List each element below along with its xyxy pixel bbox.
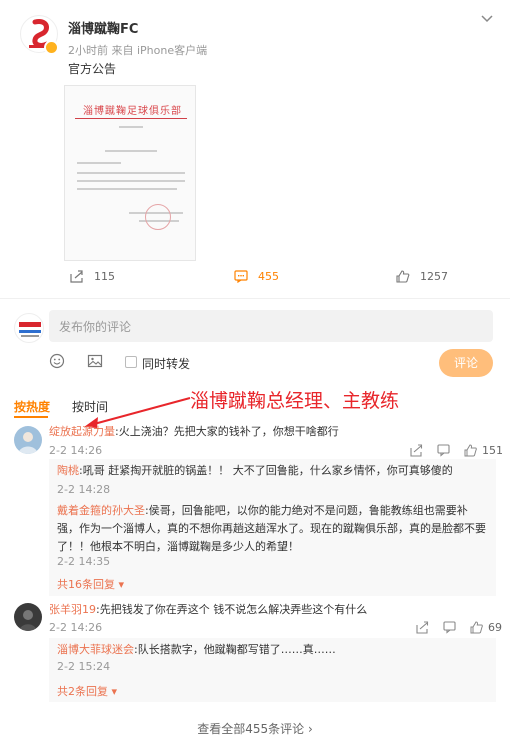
more-replies-label: 共2条回复 [57,685,108,698]
reply-author[interactable]: 戴着金箍的孙大圣 [57,504,145,517]
reply-time: 2-2 15:24 [57,660,111,673]
comment-icon[interactable] [437,444,450,457]
doc-title: 淄博蹴鞠足球俱乐部 [83,106,182,117]
comment-like-count: 151 [482,444,503,457]
comment-actions: 69 [416,621,502,634]
comment-actions: 151 [410,444,503,457]
my-avatar[interactable] [14,313,44,343]
verified-icon [44,40,59,55]
more-replies-label: 共16条回复 [57,578,115,591]
comment-input[interactable]: 发布你的评论 [49,310,493,342]
comment-body: :先把钱发了你在弄这个 钱不说怎么解决弄些这个有什么 [96,603,368,616]
chevron-down-icon[interactable] [480,14,494,24]
comment-count: 455 [258,270,279,283]
thumbs-up-icon[interactable] [464,444,477,457]
image-icon[interactable] [87,353,103,369]
comment-time: 2-2 14:26 [49,621,103,634]
doc-line [105,150,157,152]
annotation-text: 淄博蹴鞠总经理、主教练 [190,390,400,412]
comment-icon [234,270,248,283]
seal-stamp [145,204,171,230]
commenter-avatar[interactable] [14,603,42,631]
submit-comment-button[interactable]: 评论 [439,349,493,377]
emoji-icon[interactable] [49,353,65,369]
share-icon [70,270,83,283]
comment-time: 2-2 14:26 [49,444,103,457]
reply-body: :队长搭款字，他蹴鞠都写错了……真…… [134,643,336,656]
share-icon[interactable] [410,444,423,457]
doc-line [77,188,177,190]
share-icon[interactable] [416,621,429,634]
like-button[interactable]: 1257 [396,270,448,283]
divider [0,298,510,299]
doc-line [77,180,185,182]
repost-count: 115 [94,270,115,283]
reply-text: 陶桃:吼哥 赶紧掏开就脏的锅盖！！ 大不了回鲁能，什么家乡情怀，你可真够傻的 [57,462,489,480]
reply-text: 戴着金箍的孙大圣:侯哥，回鲁能吧，以你的能力绝对不是问题，鲁能教练组也需要补强，… [57,502,489,556]
doc-line [77,172,185,174]
repost-button[interactable]: 115 [70,270,115,283]
repost-label: 同时转发 [142,357,191,371]
post-text: 官方公告 [68,62,117,76]
comment-button[interactable]: 455 [234,270,279,283]
comment-text: 张羊羽19:先把钱发了你在弄这个 钱不说怎么解决弄些这个有什么 [49,601,494,619]
view-all-comments-link[interactable]: 查看全部455条评论 › [0,720,510,737]
doc-line [119,126,143,128]
doc-line [77,162,121,164]
repost-checkbox[interactable] [125,356,137,368]
post-image[interactable]: 淄博蹴鞠足球俱乐部 [64,85,196,261]
doc-divider [75,118,187,119]
comment-text: 绽放起源力量:火上浇油？先把大家的钱补了，你想干啥都行 [49,423,494,441]
reply-thread: 淄博大菲球迷会:队长搭款字，他蹴鞠都写错了……真…… 2-2 15:24 共2条… [49,638,496,702]
commenter-avatar[interactable] [14,426,42,454]
comment-body: :火上浇油？先把大家的钱补了，你想干啥都行 [115,425,339,438]
reply-text: 淄博大菲球迷会:队长搭款字，他蹴鞠都写错了……真…… [57,641,489,659]
post-meta: 2小时前 来自 iPhone客户端 [68,44,208,57]
reply-author[interactable]: 淄博大菲球迷会 [57,643,134,656]
reply-body: :吼哥 赶紧掏开就脏的锅盖！！ 大不了回鲁能，什么家乡情怀，你可真够傻的 [79,464,453,477]
more-replies-link[interactable]: 共2条回复 ▾ [57,683,117,699]
tab-hot[interactable]: 按热度 [14,398,50,415]
thumbs-up-icon [396,270,410,283]
tab-active-indicator [14,416,48,418]
author-name[interactable]: 淄博蹴鞠FC [68,18,138,37]
comment-icon[interactable] [443,621,456,634]
reply-author[interactable]: 陶桃 [57,464,79,477]
commenter-name[interactable]: 张羊羽19 [49,603,96,616]
thumbs-up-icon[interactable] [470,621,483,634]
like-count: 1257 [420,270,448,283]
reply-time: 2-2 14:28 [57,483,111,496]
reply-thread: 陶桃:吼哥 赶紧掏开就脏的锅盖！！ 大不了回鲁能，什么家乡情怀，你可真够傻的 2… [49,459,496,596]
reply-time: 2-2 14:35 [57,555,111,568]
commenter-name[interactable]: 绽放起源力量 [49,425,115,438]
comment-like-count: 69 [488,621,502,634]
more-replies-link[interactable]: 共16条回复 ▾ [57,576,124,592]
